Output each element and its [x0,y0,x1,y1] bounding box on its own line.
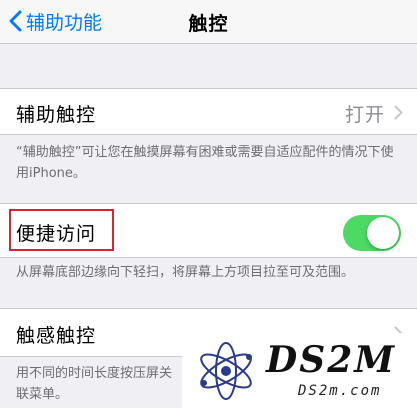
watermark: DS2M DS2m.com [182,333,417,408]
haptic-touch-label: 触感触控 [16,325,97,347]
assistive-touch-row[interactable]: 辅助触控 打开 [0,88,417,135]
navigation-bar: 辅助功能 触控 [0,0,417,44]
watermark-url: DS2m.com [298,383,382,399]
watermark-logo-text: DS2M [266,339,397,381]
chevron-right-icon [394,105,403,120]
assistive-touch-value: 打开 [344,104,385,126]
page-title: 触控 [188,13,229,35]
highlight-annotation [9,209,114,251]
assistive-touch-footer: “辅助触控”可让您在触摸屏幕有困难或需要自适应配件的情况下使用iPhone。 [16,145,394,181]
atom-logo-icon [200,342,252,400]
assistive-touch-label: 辅助触控 [16,104,97,126]
reachability-toggle[interactable] [343,215,401,251]
reachability-footer: 从屏幕底部边缘向下轻扫，将屏幕上方项目拉至可及范围。 [16,265,355,280]
toggle-knob [367,217,399,249]
haptic-touch-footer: 用不同的时间长度按压屏关联菜单。 [16,366,173,402]
